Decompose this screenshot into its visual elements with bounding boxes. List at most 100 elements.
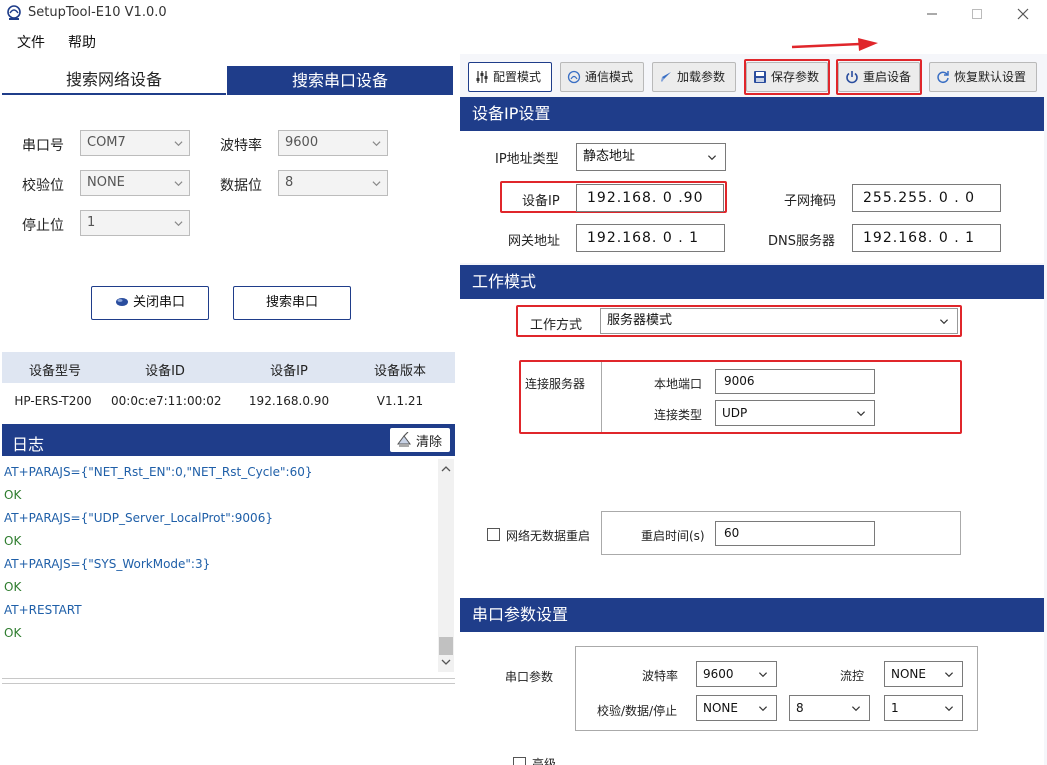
flow-label: 流控 [840, 669, 865, 683]
chevron-down-icon [758, 672, 768, 678]
log-line: AT+PARAJS={"UDP_Server_LocalProt":9006} [4, 511, 273, 525]
tab-search-serial-devices[interactable]: 搜索串口设备 [227, 66, 453, 95]
row-ip: 192.168.0.90 [248, 394, 330, 408]
log-line: OK [4, 626, 22, 640]
config-mode-button[interactable]: 配置模式 [468, 62, 552, 92]
databits-label: 数据位 [220, 178, 262, 194]
gateway-input[interactable]: 192.168. 0 . 1 [576, 224, 725, 252]
ip-octet: 0 [938, 230, 949, 246]
tab-search-network-devices[interactable]: 搜索网络设备 [2, 66, 226, 95]
parity-select[interactable]: NONE [80, 170, 190, 196]
maximize-icon [972, 9, 982, 19]
local-port-label: 本地端口 [654, 377, 703, 391]
gateway-label: 网关地址 [508, 234, 561, 249]
signal-icon [567, 70, 581, 84]
serial-baud-select[interactable]: 9600 [696, 661, 777, 687]
work-mode-select[interactable]: 服务器模式 [600, 308, 958, 334]
baud-label: 波特率 [220, 138, 262, 154]
serial-group-label: 串口参数 [505, 670, 554, 684]
restore-default-button[interactable]: 恢复默认设置 [929, 62, 1037, 92]
stopbits-value: 1 [87, 215, 96, 230]
log-clear-button[interactable]: 清除 [390, 428, 450, 452]
log-header [2, 424, 455, 456]
conn-type-select[interactable]: UDP [715, 400, 875, 426]
minimize-icon [927, 13, 937, 15]
device-ip-input[interactable]: 192.168. 0 .90 [576, 184, 724, 212]
parity-value: NONE [87, 175, 125, 190]
log-line: AT+PARAJS={"SYS_WorkMode":3} [4, 557, 211, 571]
maximize-button[interactable] [957, 2, 997, 26]
chevron-down-icon [174, 181, 183, 187]
ip-type-value: 静态地址 [583, 149, 636, 164]
minimize-button[interactable] [912, 2, 952, 26]
subnet-label: 子网掩码 [784, 194, 837, 209]
menu-file[interactable]: 文件 [17, 32, 45, 52]
close-icon [1017, 8, 1029, 20]
dns-input[interactable]: 192.168. 0 . 1 [852, 224, 1001, 252]
close-window-button[interactable] [1003, 2, 1043, 26]
comm-mode-button[interactable]: 通信模式 [560, 62, 644, 92]
ip-octet: 0 [965, 190, 976, 206]
ip-settings-header: 设备IP设置 [460, 97, 1044, 131]
chevron-down-icon [939, 319, 949, 325]
chevron-down-icon [707, 155, 717, 161]
port-label: 串口号 [22, 138, 64, 154]
connect-divider [601, 362, 602, 432]
serial-baud-value: 9600 [703, 667, 734, 681]
baud-select[interactable]: 9600 [278, 130, 388, 156]
port-status-icon [115, 298, 128, 306]
chevron-down-icon [944, 706, 954, 712]
ip-octet: 1 [965, 230, 976, 246]
menu-bar [0, 28, 1047, 54]
load-params-label: 加载参数 [677, 70, 726, 84]
local-port-input[interactable]: 9006 [715, 369, 875, 394]
serial-stopbits-value: 1 [891, 701, 899, 715]
chevron-down-icon [851, 706, 861, 712]
broom-icon [397, 432, 411, 447]
ip-type-select[interactable]: 静态地址 [576, 143, 726, 171]
ip-octet: 168 [898, 230, 928, 246]
log-scroll-thumb[interactable] [439, 637, 453, 655]
serial-parity-value: NONE [703, 701, 738, 715]
ip-octet: 192 [587, 230, 617, 246]
port-value: COM7 [87, 135, 126, 150]
log-line: OK [4, 534, 22, 548]
serial-databits-select[interactable]: 8 [789, 695, 870, 721]
ip-octet: 255 [863, 190, 893, 206]
close-port-button[interactable]: 关闭串口 [91, 286, 209, 320]
parity-label: 校验位 [22, 178, 64, 194]
dns-label: DNS服务器 [768, 234, 835, 249]
search-port-button[interactable]: 搜索串口 [233, 286, 351, 320]
table-header-version: 设备版本 [373, 364, 426, 379]
ip-octet: 0 [662, 190, 673, 206]
ip-octet: 1 [689, 230, 700, 246]
restart-time-input[interactable]: 60 [715, 521, 875, 546]
ip-octet: 90 [683, 190, 704, 206]
no-data-restart-label: 网络无数据重启 [506, 529, 591, 543]
ip-octet: 0 [938, 190, 949, 206]
scroll-down-icon [441, 659, 451, 665]
serial-parity-select[interactable]: NONE [696, 695, 777, 721]
subnet-input[interactable]: 255.255. 0 . 0 [852, 184, 1001, 212]
window-title: SetupTool-E10 V1.0.0 [28, 5, 167, 20]
advanced-label: 高级 [532, 757, 557, 765]
advanced-checkbox[interactable] [513, 757, 526, 765]
ip-octet: 0 [662, 230, 673, 246]
annotation-arrow [791, 38, 878, 51]
stopbits-label: 停止位 [22, 218, 64, 234]
pds-label: 校验/数据/停止 [597, 704, 678, 718]
serial-databits-value: 8 [796, 701, 804, 715]
serial-stopbits-select[interactable]: 1 [884, 695, 963, 721]
comm-mode-label: 通信模式 [585, 70, 634, 84]
row-model: HP-ERS-T200 [14, 394, 92, 408]
chevron-down-icon [758, 706, 768, 712]
restart-time-label: 重启时间(s) [641, 529, 705, 543]
stopbits-select[interactable]: 1 [80, 210, 190, 236]
port-select[interactable]: COM7 [80, 130, 190, 156]
no-data-restart-checkbox[interactable] [487, 528, 500, 541]
log-line: OK [4, 488, 22, 502]
load-params-button[interactable]: 加载参数 [652, 62, 736, 92]
menu-help[interactable]: 帮助 [68, 32, 96, 52]
databits-select[interactable]: 8 [278, 170, 388, 196]
flow-select[interactable]: NONE [884, 661, 963, 687]
